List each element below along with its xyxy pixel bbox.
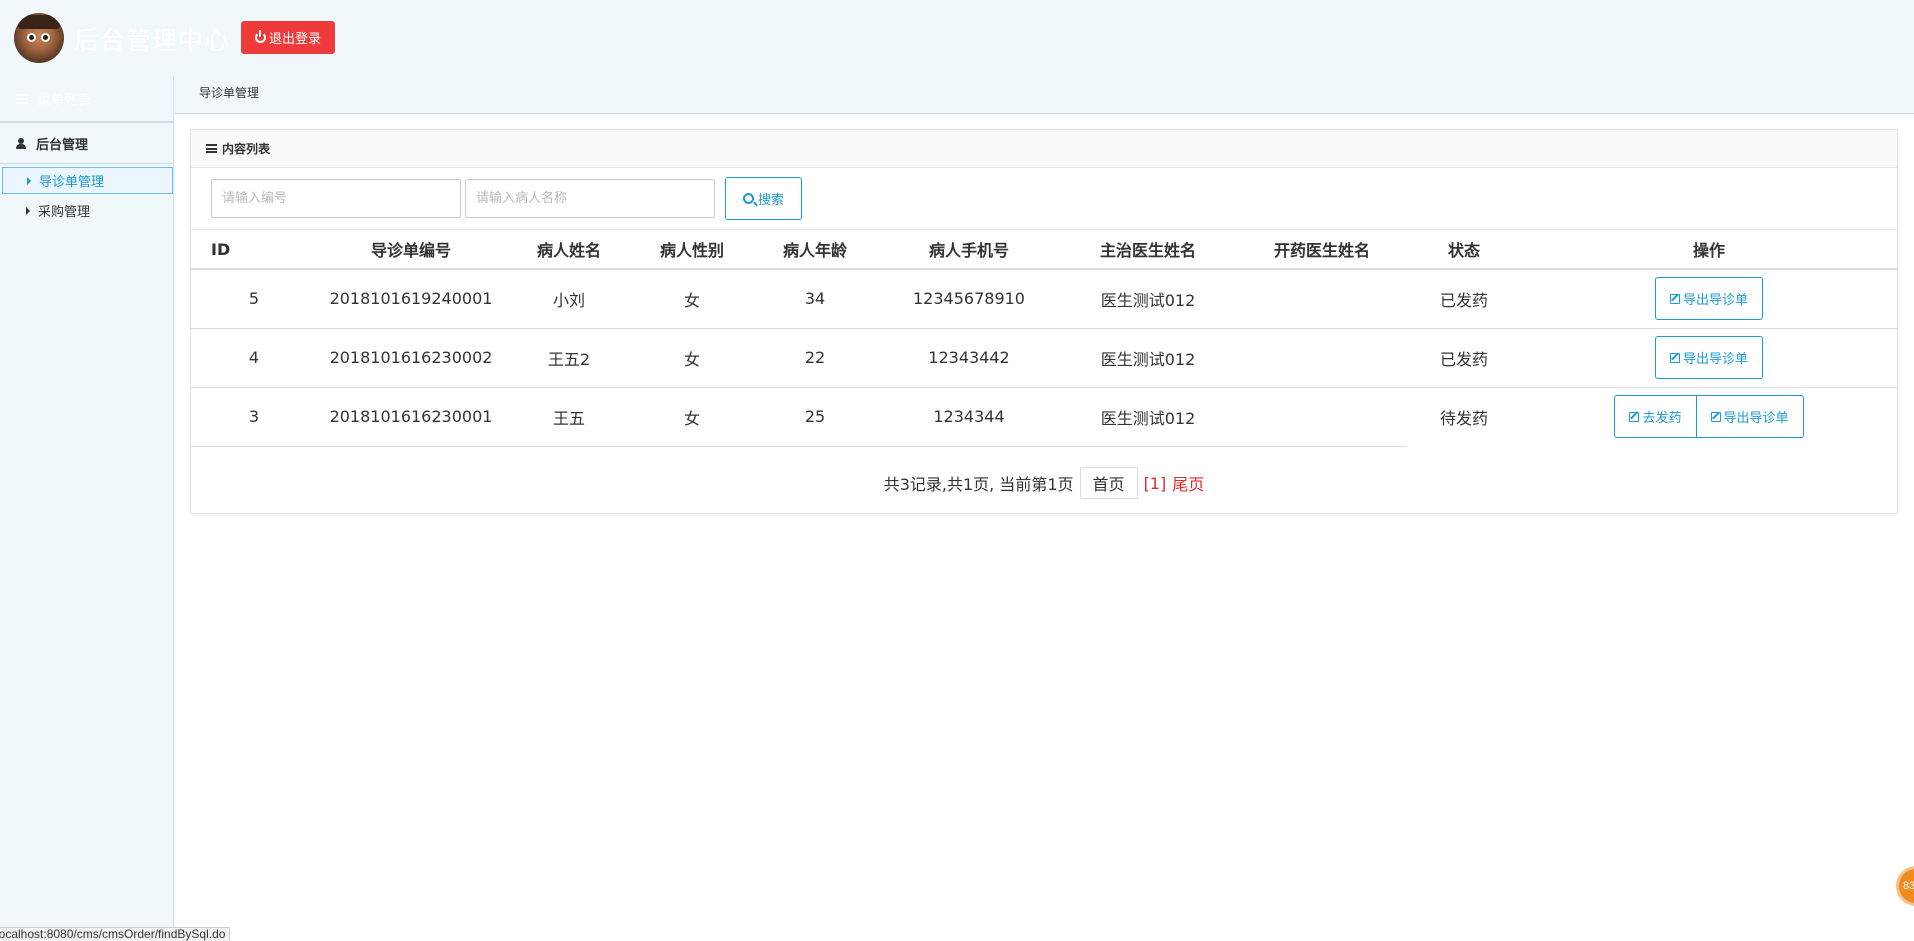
current-page-link[interactable]: [1] [1144,474,1167,493]
cell-patient-name: 王五2 [505,328,633,388]
cell-age: 34 [751,269,879,329]
cell-doctor: 医生测试012 [1059,269,1237,329]
search-button-label: 搜索 [757,193,784,208]
cell-patient-name: 王五 [505,387,633,447]
cell-phone: 12345678910 [879,269,1059,329]
cell-status: 待发药 [1439,408,1488,428]
caret-right-icon [27,176,31,185]
edit-icon [1629,411,1640,422]
code-search-input[interactable] [211,179,461,218]
col-header-gender: 病人性别 [633,230,751,270]
pagination: 共3记录,共1页, 当前第1页 首页 [1] 尾页 [191,463,1897,503]
search-button[interactable]: 搜索 [725,177,802,220]
last-page-link[interactable]: 尾页 [1172,471,1204,495]
cell-gender: 女 [633,269,751,329]
search-bar: 搜索 [191,168,1897,230]
panel-title: 内容列表 [222,142,271,156]
guide-order-table: ID 导诊单编号 病人姓名 病人性别 病人年龄 病人手机号 主治医生姓名 开药医… [191,230,1897,447]
header: 后台管理中心 退出登录 [0,0,1914,76]
cell-patient-name: 小刘 [505,269,633,329]
cell-status: 已发药 [1407,328,1521,388]
cell-status: 已发药 [1407,269,1521,329]
sidebar-item-guide-orders[interactable]: 导诊单管理 [2,167,173,194]
dispense-button[interactable]: 去发药 [1614,395,1697,439]
export-order-button[interactable]: 导出导诊单 [1696,395,1804,439]
cell-prescriber [1237,269,1407,329]
patient-name-input[interactable] [465,179,715,218]
cell-code: 2018101616230002 [317,328,505,388]
export-order-label: 导出导诊单 [1723,411,1789,427]
col-header-code: 导诊单编号 [317,230,505,270]
sidebar-item-label: 导诊单管理 [39,175,105,190]
sidebar-item-label: 采购管理 [38,205,91,220]
breadcrumb-current: 导诊单管理 [199,86,260,100]
edit-icon [1669,293,1680,304]
col-header-id: ID [191,230,317,270]
col-header-doctor: 主治医生姓名 [1059,230,1237,270]
pagination-summary: 共3记录,共1页, 当前第1页 [883,475,1074,494]
cell-id: 3 [191,387,317,447]
table-row: 5 2018101619240001 小刘 女 34 12345678910 医… [191,269,1897,329]
sidebar-item-purchase[interactable]: 采购管理 [2,197,173,224]
list-icon [16,93,28,104]
edit-icon [1710,411,1721,422]
col-header-age: 病人年龄 [751,230,879,270]
table-header-row: ID 导诊单编号 病人姓名 病人性别 病人年龄 病人手机号 主治医生姓名 开药医… [191,230,1897,270]
breadcrumb: 导诊单管理 [175,76,1914,114]
cell-gender: 女 [633,387,751,447]
browser-status-url: localhost:8080/cms/cmsOrder/findBySql.do [0,927,231,941]
panel-header: 内容列表 [191,130,1897,168]
cell-phone: 1234344 [879,387,1059,447]
dispense-label: 去发药 [1642,411,1682,427]
cell-id: 4 [191,328,317,388]
search-icon [742,193,754,204]
sidebar-menu-header: 菜单列表 [0,76,173,122]
cell-gender: 女 [633,328,751,388]
avatar [14,13,64,63]
cell-code: 2018101616230001 [317,387,505,447]
first-page-button[interactable]: 首页 [1079,467,1138,499]
cell-prescriber [1237,328,1407,388]
cell-age: 22 [751,328,879,388]
col-header-prescriber: 开药医生姓名 [1237,230,1407,270]
cell-doctor: 医生测试012 [1059,387,1237,447]
site-title: 后台管理中心 [74,26,231,55]
cell-id: 5 [191,269,317,329]
cell-age: 25 [751,387,879,447]
col-header-patient-name: 病人姓名 [505,230,633,270]
col-header-actions: 操作 [1521,230,1897,270]
sidebar-group-label: 后台管理 [36,137,89,153]
user-icon [16,137,26,149]
cell-doctor: 医生测试012 [1059,328,1237,388]
table-row: 4 2018101616230002 王五2 女 22 12343442 医生测… [191,328,1897,388]
export-order-button[interactable]: 导出导诊单 [1654,277,1763,321]
sidebar: 菜单列表 后台管理 导诊单管理 采购管理 [0,76,174,941]
cell-code: 2018101619240001 [317,269,505,329]
col-header-status: 状态 [1407,230,1521,270]
sidebar-menu-title: 菜单列表 [38,93,91,108]
cell-actions: 去发药 导出导诊单 [1521,387,1897,446]
cell-prescriber [1237,387,1407,447]
floating-badge-text: 83 [1903,880,1914,892]
cell-phone: 12343442 [879,328,1059,388]
col-header-phone: 病人手机号 [879,230,1059,270]
cell-actions: 导出导诊单 [1521,328,1897,388]
cell-actions: 导出导诊单 [1521,269,1897,329]
table-row: 3 2018101616230001 王五 女 25 1234344 医生测试0… [191,387,1897,447]
content-panel: 内容列表 搜索 ID 导诊单编号 病人姓名 病人性别 [190,129,1898,514]
edit-icon [1669,352,1680,363]
export-order-label: 导出导诊单 [1682,352,1748,367]
logout-button[interactable]: 退出登录 [241,21,335,54]
logout-label: 退出登录 [268,32,321,47]
caret-right-icon [26,206,30,215]
export-order-label: 导出导诊单 [1682,293,1748,309]
sidebar-group-admin[interactable]: 后台管理 [0,122,173,164]
action-button-group: 去发药 导出导诊单 [1614,395,1804,439]
power-icon [254,30,266,43]
main-content: 内容列表 搜索 ID 导诊单编号 病人姓名 病人性别 [175,114,1914,941]
export-order-button[interactable]: 导出导诊单 [1654,336,1763,379]
bars-icon [206,144,217,153]
